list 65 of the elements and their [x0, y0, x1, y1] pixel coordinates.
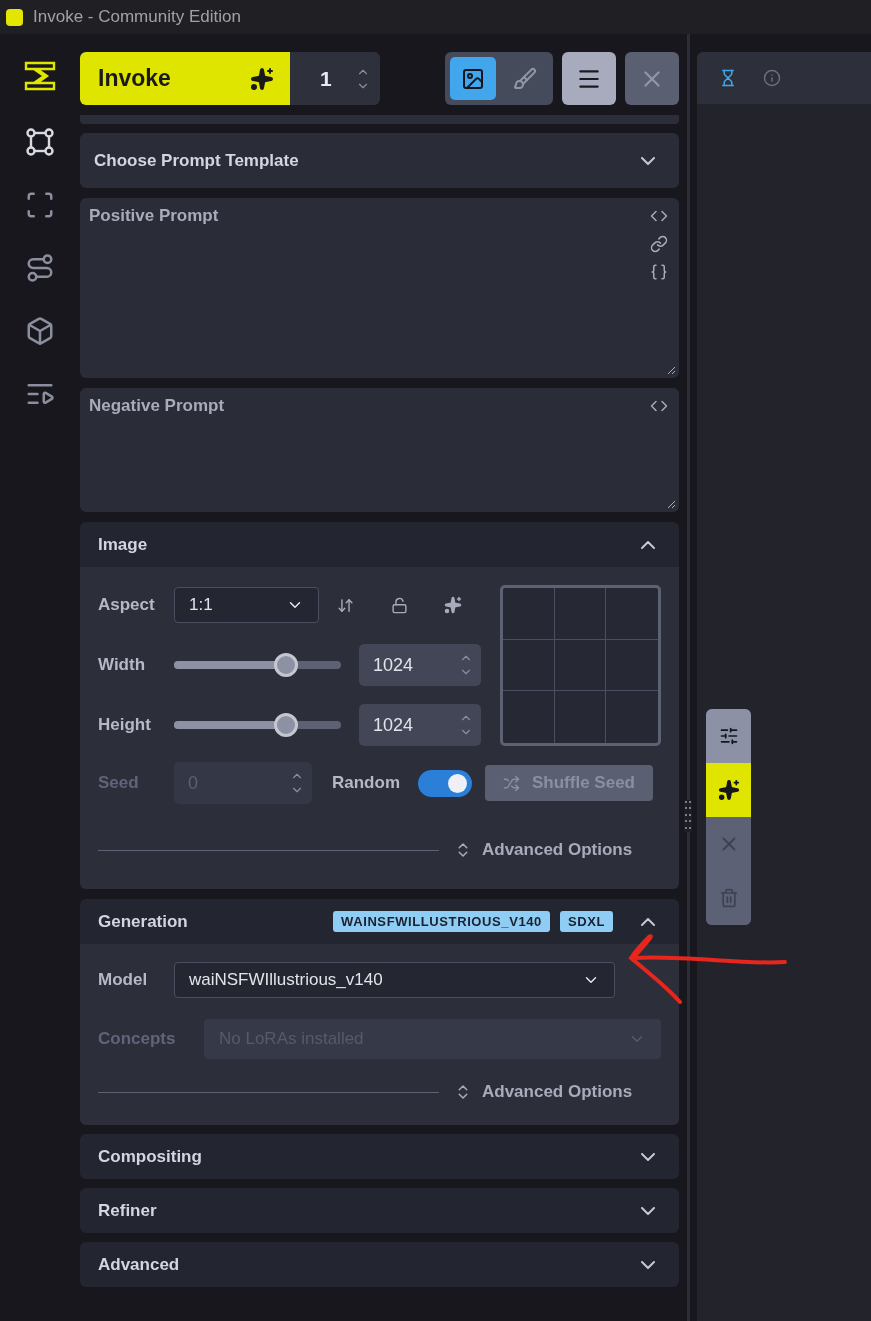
slider[interactable]	[174, 653, 341, 677]
section-title[interactable]: Image	[98, 534, 631, 555]
brush-icon	[513, 66, 537, 91]
number-field[interactable]: 1024	[359, 704, 481, 746]
field-label: Random	[332, 773, 400, 793]
panel-tab[interactable]	[719, 69, 737, 87]
chevron-down-icon[interactable]	[641, 1260, 655, 1269]
section-title[interactable]: Generation	[98, 911, 324, 932]
model-badge: WAINSFWILLUSTRIOUS_V140	[333, 911, 550, 932]
slider-thumb[interactable]	[273, 653, 298, 677]
app-icon	[6, 8, 23, 26]
sparkle-icon	[717, 779, 740, 801]
invoke-button[interactable]: Invoke	[80, 52, 290, 105]
image-icon	[461, 66, 485, 91]
window-title: Invoke - Community Edition	[33, 7, 241, 27]
toolbar-button[interactable]	[706, 763, 751, 817]
unlock-icon	[390, 596, 408, 614]
prompt-template-select[interactable]: Choose Prompt Template	[80, 133, 679, 188]
shuffle-icon	[503, 774, 520, 792]
info-icon	[763, 69, 781, 87]
sparkle-icon	[444, 596, 463, 614]
section-title[interactable]: Refiner	[98, 1200, 631, 1221]
collapsed-section[interactable]: Advanced	[80, 1242, 679, 1287]
field-label: Aspect	[98, 595, 156, 615]
advanced-options-button[interactable]: Advanced Options	[454, 840, 633, 860]
panel-tab[interactable]	[763, 69, 781, 87]
random-switch[interactable]	[418, 769, 472, 797]
resize-grip-icon[interactable]	[684, 800, 692, 832]
section-title[interactable]: Compositing	[98, 1146, 631, 1167]
sparkle-icon	[250, 66, 274, 91]
resize-handle-icon[interactable]	[667, 500, 676, 509]
field-label: Model	[98, 970, 149, 990]
number-field[interactable]: 1024	[359, 644, 481, 686]
aspect-select[interactable]: 1:1	[174, 587, 319, 623]
field-label: Width	[98, 655, 147, 675]
chevron-up-icon[interactable]	[641, 540, 655, 549]
route-icon	[25, 253, 55, 283]
model-badge: SDXL	[559, 911, 613, 932]
trash-icon	[718, 888, 739, 908]
chevron-down-icon[interactable]	[641, 1152, 655, 1161]
frame-icon	[25, 190, 55, 220]
swap-icon	[336, 596, 354, 614]
advanced-options-button[interactable]: Advanced Options	[454, 1082, 633, 1102]
menu-button[interactable]	[562, 52, 616, 105]
field-label: Concepts	[98, 1029, 177, 1049]
iterations-field[interactable]: 1	[290, 52, 380, 105]
view-button[interactable]	[450, 57, 496, 100]
section-title[interactable]: Advanced	[98, 1254, 631, 1275]
field-label: Height	[98, 715, 152, 735]
slider-thumb[interactable]	[273, 713, 298, 737]
chevron-down-icon[interactable]	[641, 1206, 655, 1215]
collapsed-section[interactable]: Compositing	[80, 1134, 679, 1179]
link-icon[interactable]	[650, 235, 668, 253]
chevron-down-icon[interactable]	[641, 156, 655, 165]
sliders-icon	[718, 726, 739, 746]
chevron-up-icon[interactable]	[641, 917, 655, 926]
nodes-icon	[25, 127, 55, 157]
model-select[interactable]: waiNSFWIllustrious_v140	[174, 962, 615, 998]
slider[interactable]	[174, 713, 341, 737]
cube-icon	[25, 316, 55, 346]
hourglass-icon	[719, 69, 737, 87]
collapsed-section[interactable]: Refiner	[80, 1188, 679, 1233]
braces-icon[interactable]	[650, 263, 668, 281]
resize-handle-icon[interactable]	[667, 366, 676, 375]
field-label: Seed	[98, 773, 140, 793]
